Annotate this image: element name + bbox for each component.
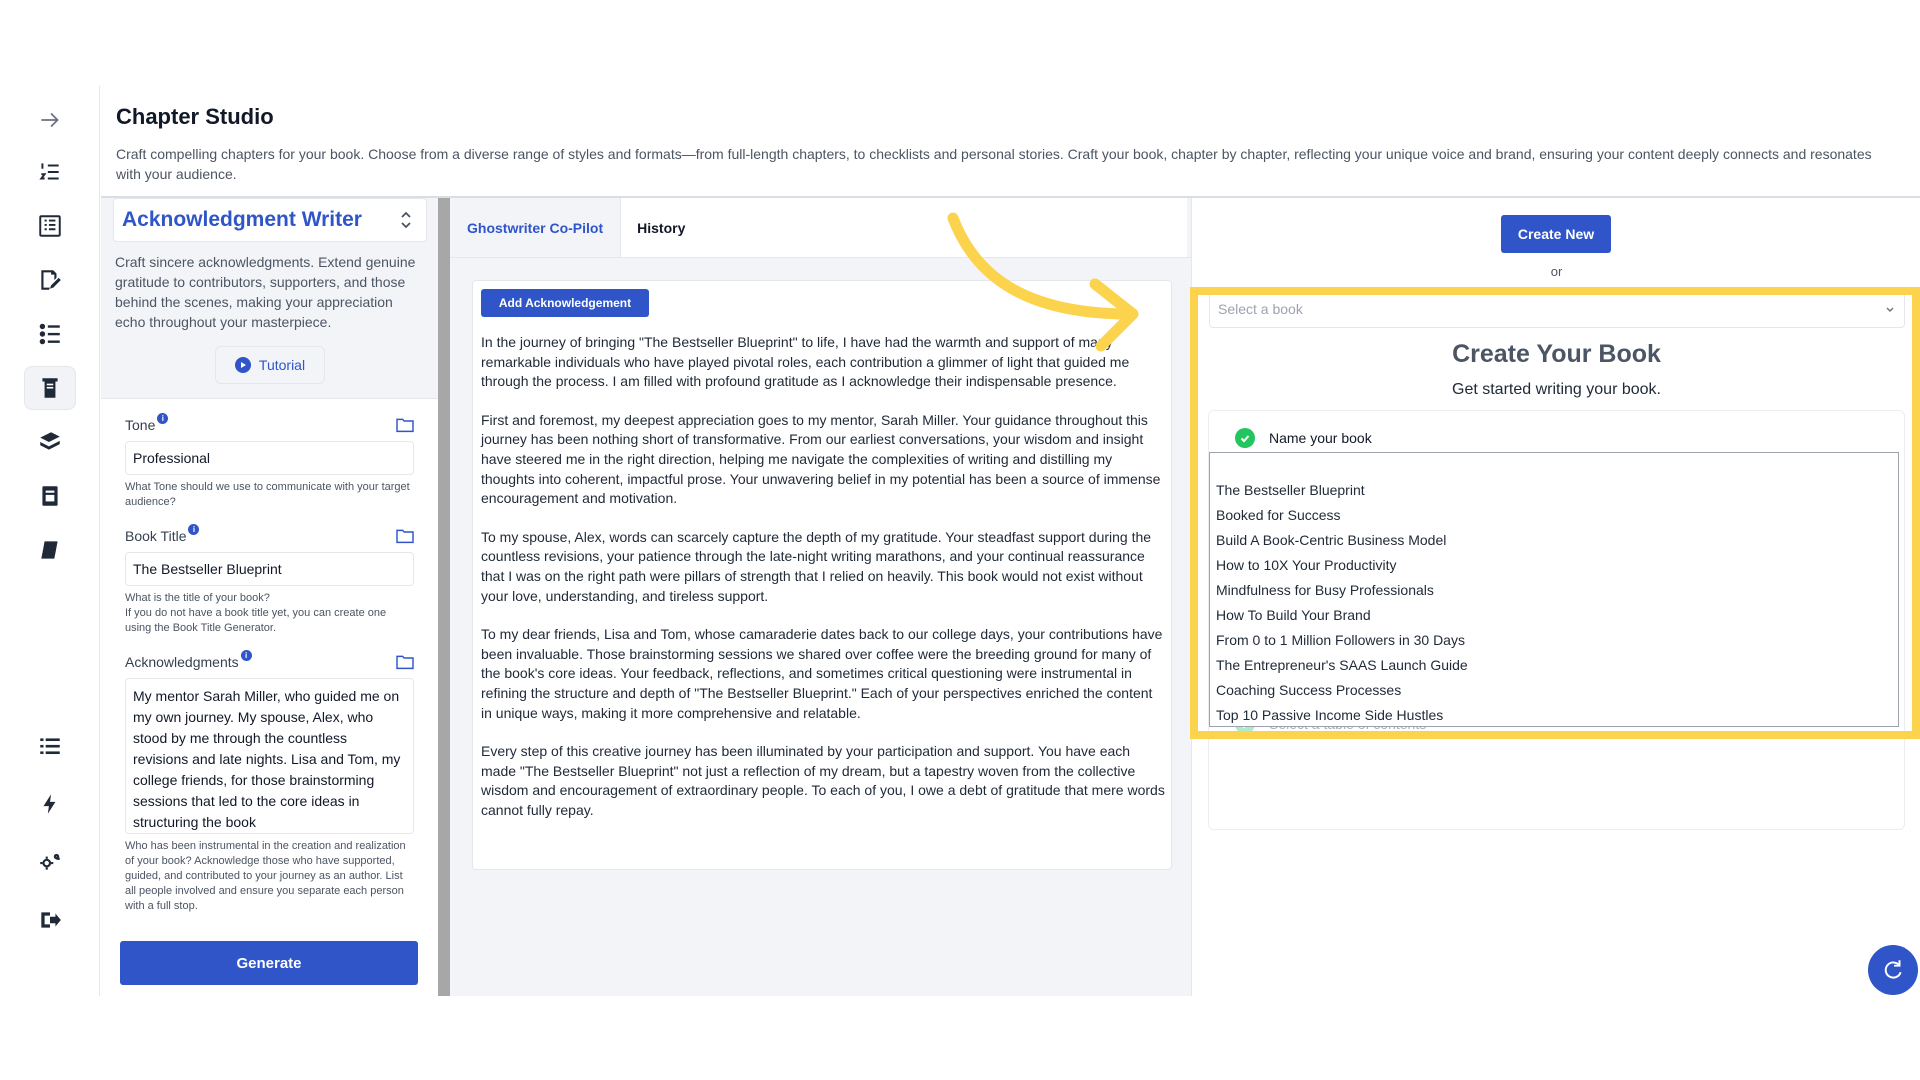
- create-new-button[interactable]: Create New: [1501, 215, 1611, 253]
- generated-paragraph: Every step of this creative journey has …: [481, 743, 1165, 818]
- edit-document-icon[interactable]: [24, 258, 76, 302]
- add-acknowledgement-button[interactable]: Add Acknowledgement: [481, 289, 649, 317]
- book-option[interactable]: How to 10X Your Productivity: [1210, 553, 1898, 578]
- page-title: Chapter Studio: [116, 104, 274, 129]
- numbered-list-icon[interactable]: [24, 150, 76, 194]
- folder-icon[interactable]: [395, 417, 415, 433]
- folder-icon[interactable]: [395, 528, 415, 544]
- book-option[interactable]: From 0 to 1 Million Followers in 30 Days: [1210, 628, 1898, 653]
- book-scroll-icon[interactable]: [24, 366, 76, 410]
- stack-books-icon[interactable]: [24, 420, 76, 464]
- page-header: Chapter Studio Craft compelling chapters…: [101, 86, 1920, 198]
- check-circle-icon: [1235, 428, 1255, 448]
- book-option[interactable]: Coaching Success Processes: [1210, 678, 1898, 703]
- tab-history[interactable]: History: [621, 198, 1188, 257]
- acknowledgments-label: Acknowledgments: [125, 654, 239, 670]
- form-fields: Tone i Professional What Tone should we u…: [101, 413, 439, 914]
- settings-gear-icon[interactable]: [24, 840, 76, 884]
- acknowledgments-hint: Who has been instrumental in the creatio…: [125, 840, 406, 912]
- logout-icon[interactable]: [24, 898, 76, 942]
- chevron-up-down-icon: [401, 211, 411, 229]
- book-options-list: The Bestseller Blueprint Booked for Succ…: [1209, 452, 1899, 727]
- book-option[interactable]: Mindfulness for Busy Professionals: [1210, 578, 1898, 603]
- writer-intro: Acknowledgment Writer Craft sincere ackn…: [101, 198, 439, 399]
- folder-icon[interactable]: [395, 654, 415, 670]
- or-divider: or: [1550, 264, 1563, 279]
- icon-rail: [0, 86, 100, 996]
- list-icon[interactable]: [24, 724, 76, 768]
- output-tabs: Ghostwriter Co-Pilot History: [450, 198, 1191, 258]
- refresh-assistant-button[interactable]: [1868, 945, 1918, 995]
- generated-paragraph: To my dear friends, Lisa and Tom, whose …: [481, 626, 1163, 721]
- book-title-hint: What is the title of your book? If you d…: [125, 592, 387, 634]
- tab-ghostwriter-co-pilot[interactable]: Ghostwriter Co-Pilot: [450, 198, 622, 257]
- select-book-dropdown[interactable]: Select a book: [1209, 290, 1905, 328]
- book-cover-icon[interactable]: [24, 474, 76, 518]
- tutorial-button[interactable]: Tutorial: [215, 346, 325, 384]
- generated-paragraph: To my spouse, Alex, words can scarcely c…: [481, 528, 1152, 604]
- create-book-title: Create Your Book: [1452, 340, 1661, 368]
- book-option[interactable]: The Entrepreneur's SAAS Launch Guide: [1210, 653, 1898, 678]
- tone-label: Tone: [125, 417, 156, 433]
- generate-button[interactable]: Generate: [120, 941, 418, 985]
- checklist-icon[interactable]: [24, 312, 76, 356]
- book-title-input[interactable]: The Bestseller Blueprint: [125, 552, 414, 586]
- tone-hint: What Tone should we use to communicate w…: [125, 481, 410, 508]
- panel-scrollbar[interactable]: [438, 198, 450, 996]
- acknowledgments-textarea[interactable]: My mentor Sarah Miller, who guided me on…: [125, 678, 414, 834]
- chevron-down-icon: [1886, 307, 1894, 312]
- refresh-icon: [1884, 960, 1902, 979]
- info-icon[interactable]: i: [240, 650, 252, 661]
- book-option[interactable]: Booked for Success: [1210, 503, 1898, 528]
- generated-paragraph: First and foremost, my deepest appreciat…: [481, 411, 1161, 507]
- tone-input[interactable]: Professional: [125, 441, 414, 475]
- writer-form-panel: Acknowledgment Writer Craft sincere ackn…: [101, 198, 439, 996]
- create-book-subtitle: Get started writing your book.: [1452, 381, 1661, 398]
- book-panel: Create New or Select a book Create Your …: [1193, 198, 1920, 996]
- book-option[interactable]: How To Build Your Brand: [1210, 603, 1898, 628]
- writer-type-select[interactable]: Acknowledgment Writer: [113, 198, 427, 242]
- tutorial-label: Tutorial: [258, 357, 306, 373]
- info-icon[interactable]: i: [157, 413, 169, 424]
- book-title-field: Book Title i The Bestseller Blueprint Wha…: [125, 524, 415, 636]
- select-book-placeholder: Select a book: [1218, 301, 1303, 317]
- output-panel: Ghostwriter Co-Pilot History Add Acknowl…: [450, 198, 1192, 996]
- book-title-label: Book Title: [125, 528, 187, 544]
- notebook-icon[interactable]: [24, 528, 76, 572]
- writer-description: Craft sincere acknowledgments. Extend ge…: [115, 254, 416, 330]
- expand-arrow-icon[interactable]: [24, 98, 76, 142]
- page-description: Craft compelling chapters for your book.…: [116, 146, 1872, 182]
- writer-name: Acknowledgment Writer: [122, 208, 362, 231]
- outline-icon[interactable]: [24, 204, 76, 248]
- play-icon: [234, 357, 251, 373]
- lightning-icon[interactable]: [24, 782, 76, 826]
- book-option[interactable]: Top 10 Passive Income Side Hustles: [1210, 703, 1898, 726]
- book-option[interactable]: The Bestseller Blueprint: [1210, 478, 1898, 503]
- step-name-your-book[interactable]: Name your book: [1209, 423, 1906, 453]
- acknowledgments-field: Acknowledgments i My mentor Sarah Miller,…: [125, 650, 415, 914]
- tone-field: Tone i Professional What Tone should we u…: [125, 413, 415, 510]
- book-option[interactable]: Build A Book-Centric Business Model: [1210, 528, 1898, 553]
- generated-content-card: Add Acknowledgement In the journey of br…: [472, 280, 1172, 870]
- step-label: Name your book: [1269, 430, 1372, 446]
- generated-paragraph: In the journey of bringing "The Bestsell…: [481, 334, 1130, 390]
- info-icon[interactable]: i: [188, 524, 200, 535]
